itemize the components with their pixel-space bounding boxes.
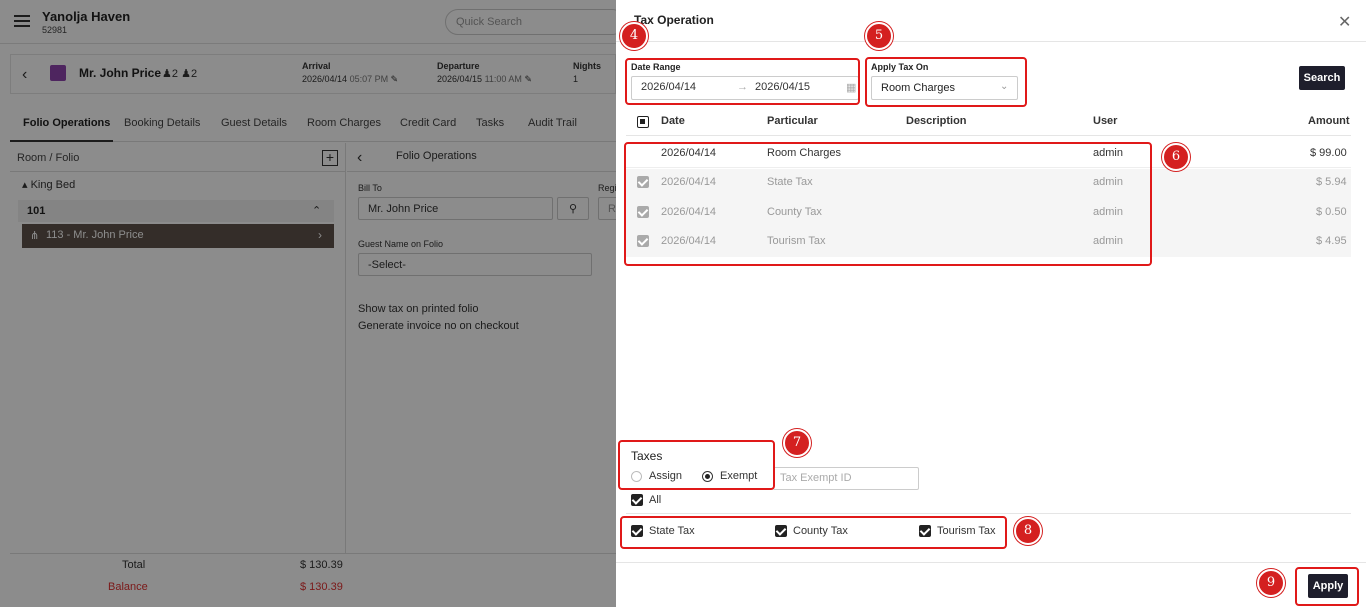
annotation-box-tax-options	[620, 516, 1007, 549]
tax-exempt-placeholder: Tax Exempt ID	[780, 472, 852, 484]
annotation-box-apply	[1295, 567, 1359, 606]
callout-6: 6	[1162, 143, 1190, 171]
row-amount: $ 5.94	[1316, 176, 1347, 188]
table-header	[626, 108, 1351, 136]
callout-8: 8	[1014, 517, 1042, 545]
callout-9: 9	[1257, 569, 1285, 597]
all-label: All	[649, 494, 662, 506]
callout-4: 4	[620, 22, 648, 50]
row-amount: $ 99.00	[1310, 147, 1347, 159]
col-user: User	[1093, 115, 1118, 127]
col-amount: Amount	[1308, 115, 1350, 127]
divider	[626, 513, 1351, 514]
callout-7: 7	[783, 429, 811, 457]
annotation-box-apply-tax-on	[865, 57, 1027, 107]
divider	[616, 41, 1366, 42]
modal-backdrop[interactable]	[0, 0, 616, 607]
annotation-box-rows	[624, 142, 1152, 266]
row-amount: $ 0.50	[1316, 206, 1347, 218]
annotation-box-date-range	[625, 58, 860, 105]
select-all-checkbox[interactable]	[637, 116, 649, 128]
modal-title: Tax Operation	[634, 13, 714, 27]
divider	[616, 562, 1366, 563]
callout-5: 5	[865, 22, 893, 50]
col-particular: Particular	[767, 115, 818, 127]
row-amount: $ 4.95	[1316, 235, 1347, 247]
all-checkbox[interactable]	[631, 494, 643, 506]
col-description: Description	[906, 115, 967, 127]
search-button[interactable]: Search	[1299, 66, 1345, 90]
annotation-box-taxes	[618, 440, 775, 490]
close-icon[interactable]: ✕	[1338, 12, 1351, 32]
col-date: Date	[661, 115, 685, 127]
